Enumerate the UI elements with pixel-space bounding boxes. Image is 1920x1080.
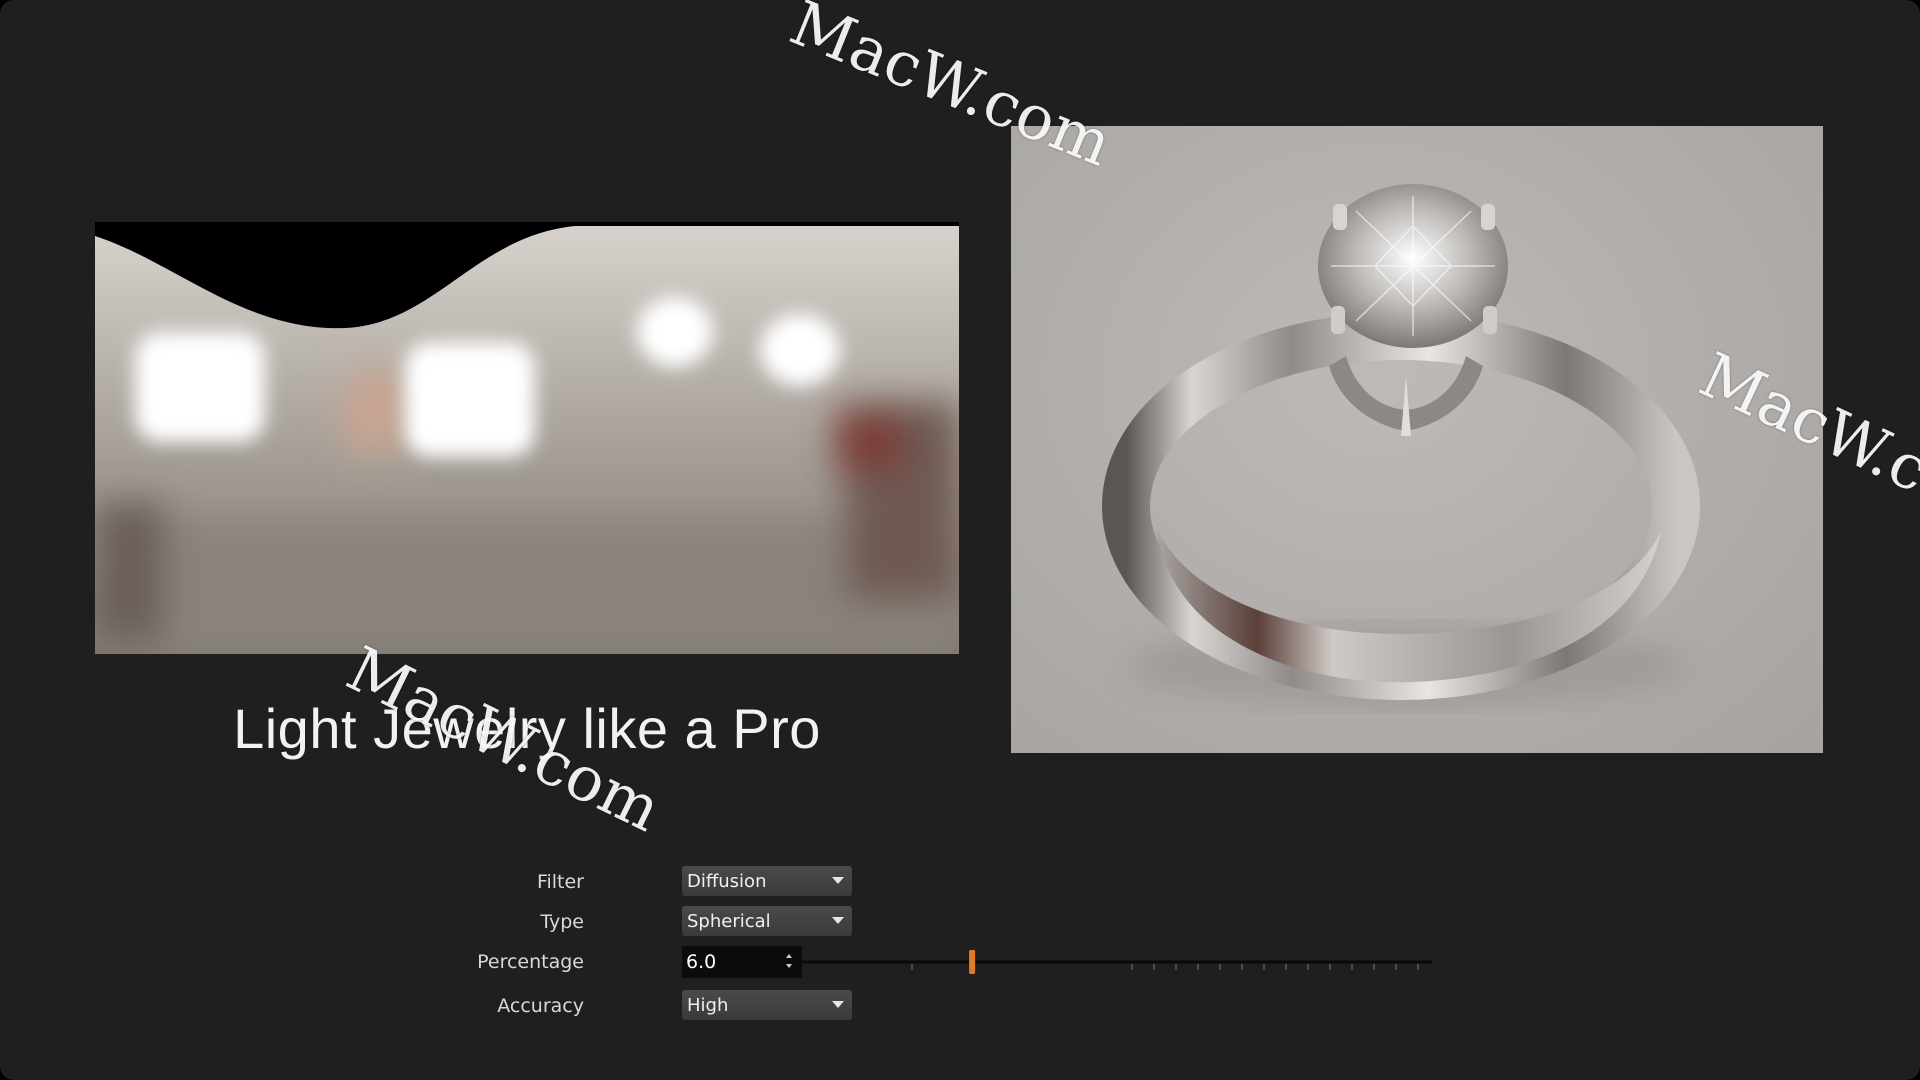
filter-dropdown[interactable]: Diffusion — [682, 866, 852, 896]
spin-up-icon[interactable] — [786, 954, 792, 958]
percentage-label: Percentage — [477, 951, 584, 973]
accuracy-row: Accuracy High — [497, 990, 1440, 1020]
ring-render-viewport — [1011, 126, 1823, 753]
accuracy-value: High — [687, 995, 729, 1016]
hdri-environment-preview — [95, 222, 959, 654]
filter-value: Diffusion — [687, 871, 767, 892]
accuracy-dropdown[interactable]: High — [682, 990, 852, 1020]
percentage-spinbox[interactable]: 6.0 — [682, 946, 802, 978]
watermark-top: MacW.com — [780, 0, 1122, 181]
chevron-down-icon — [832, 917, 844, 924]
chevron-down-icon — [832, 877, 844, 884]
spin-down-icon[interactable] — [786, 964, 792, 968]
filter-label: Filter — [536, 871, 584, 893]
filter-row: Filter Diffusion — [520, 866, 1440, 896]
type-dropdown[interactable]: Spherical — [682, 906, 852, 936]
percentage-slider[interactable] — [802, 946, 1432, 978]
chevron-down-icon — [832, 1001, 844, 1008]
slider-handle[interactable] — [969, 950, 976, 974]
type-row: Type Spherical — [520, 906, 1440, 936]
percentage-value: 6.0 — [686, 951, 717, 973]
percentage-row: Percentage 6.0 — [477, 946, 1440, 978]
type-value: Spherical — [687, 911, 771, 932]
app-window: Light Jewelry like a Pro Filter Diffusio… — [0, 0, 1920, 1080]
accuracy-label: Accuracy — [497, 995, 584, 1017]
type-label: Type — [540, 911, 584, 933]
